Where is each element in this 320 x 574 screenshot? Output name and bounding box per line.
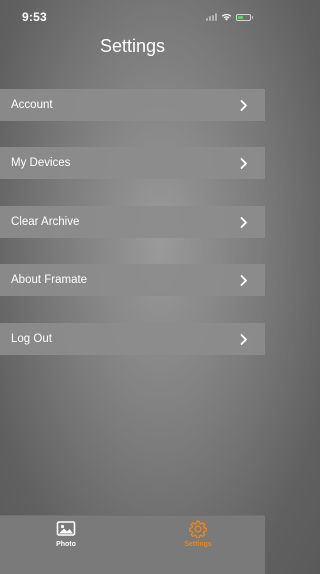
menu-item-clear-archive[interactable]: Clear Archive [0, 206, 265, 238]
photo-icon [56, 521, 76, 536]
chevron-right-icon [240, 333, 247, 345]
tab-photo[interactable]: Photo [26, 520, 106, 560]
tab-label: Photo [56, 541, 76, 548]
menu-item-about-framate[interactable]: About Framate [0, 264, 265, 296]
tab-bar: Photo Settings [0, 515, 265, 574]
menu-item-label: About Framate [11, 274, 88, 286]
status-bar: 9:53 [0, 0, 265, 30]
wifi-icon [221, 13, 232, 21]
menu-item-my-devices[interactable]: My Devices [0, 147, 265, 179]
status-icons [206, 12, 253, 22]
page-title: Settings [99, 36, 166, 56]
chevron-right-icon [240, 216, 247, 228]
tab-settings[interactable]: Settings [158, 520, 238, 560]
chevron-right-icon [240, 157, 247, 169]
chevron-right-icon [240, 274, 247, 286]
menu-item-label: Clear Archive [11, 216, 80, 228]
status-time: 9:53 [22, 10, 47, 24]
battery-icon [236, 13, 253, 21]
tab-label: Settings [184, 541, 212, 548]
menu-item-log-out[interactable]: Log Out [0, 323, 265, 355]
menu-item-label: My Devices [11, 157, 71, 169]
gear-icon [188, 520, 207, 538]
cellular-signal-icon [206, 13, 217, 21]
chevron-right-icon [240, 99, 247, 111]
menu-item-label: Log Out [11, 333, 52, 345]
menu-item-label: Account [11, 99, 53, 111]
menu-item-account[interactable]: Account [0, 89, 265, 121]
